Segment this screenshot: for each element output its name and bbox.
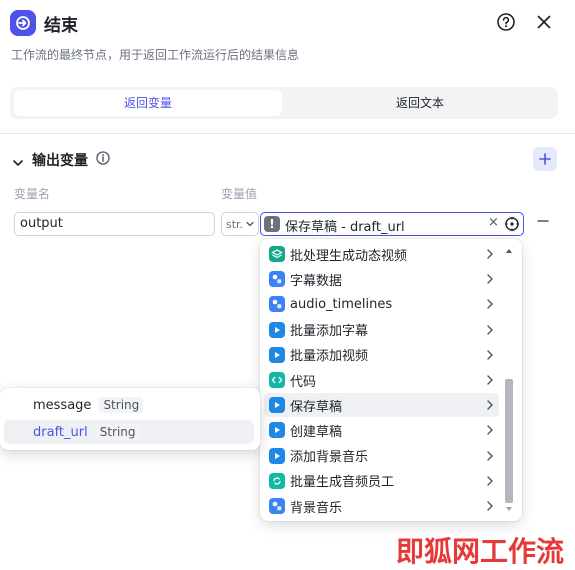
section-title: 输出变量	[32, 153, 88, 169]
column-label-name: 变量名	[14, 187, 51, 201]
info-icon[interactable]	[95, 150, 111, 170]
node-option-label: 背景音乐	[290, 500, 343, 516]
loop-icon	[269, 472, 285, 489]
watermark: 即狐网工作流	[396, 535, 565, 568]
node-option-label: 保存草稿	[290, 399, 343, 415]
play-icon	[269, 321, 285, 338]
variable-option-name: draft_url	[33, 424, 88, 440]
value-type-label: str.	[226, 217, 244, 231]
node-option[interactable]: 添加背景音乐	[264, 444, 499, 468]
help-icon[interactable]	[495, 11, 517, 33]
warning-icon: !	[264, 216, 280, 232]
plugin-icon	[269, 271, 285, 288]
node-option-label: 代码	[290, 374, 317, 390]
variable-name-input[interactable]: output	[14, 212, 215, 236]
play-icon	[269, 422, 285, 439]
divider	[0, 133, 575, 134]
chevron-right-icon	[485, 273, 495, 289]
node-option[interactable]: 批量添加视频	[264, 343, 499, 367]
tab-return-text[interactable]: 返回文本	[286, 90, 554, 116]
variable-type-badge: String	[99, 397, 144, 413]
node-option[interactable]: 批量生成音频员工	[264, 469, 499, 493]
variable-option[interactable]: message String	[4, 393, 254, 417]
dropdown-scrollbar[interactable]	[502, 242, 516, 517]
node-option-label: 批量添加视频	[290, 349, 369, 365]
plugin-icon	[269, 498, 285, 514]
node-option-label: 添加背景音乐	[290, 450, 369, 466]
play-icon	[269, 346, 285, 363]
end-node-icon	[10, 10, 36, 36]
node-option-label: 字幕数据	[290, 273, 343, 289]
node-option-label: audio_timelines	[290, 296, 393, 312]
add-variable-button[interactable]	[533, 147, 557, 171]
variable-option-name: message	[33, 397, 92, 413]
node-option-label: 批量生成音频员工	[290, 475, 395, 491]
target-icon[interactable]	[504, 216, 520, 236]
node-option-label: 批量添加字幕	[290, 324, 369, 340]
chevron-right-icon	[485, 248, 495, 264]
chevron-right-icon	[485, 349, 495, 365]
scroll-down-icon	[506, 507, 512, 511]
remove-row-button[interactable]	[536, 214, 550, 232]
play-icon	[269, 397, 285, 414]
chevron-right-icon	[485, 374, 495, 390]
reference-value: 保存草稿 - draft_url	[285, 220, 405, 235]
clear-icon[interactable]: ×	[488, 215, 499, 230]
minus-icon	[537, 220, 549, 222]
chevron-right-icon	[485, 450, 495, 466]
node-option[interactable]: 保存草稿	[264, 393, 499, 418]
play-icon	[269, 447, 285, 464]
chevron-right-icon	[485, 298, 495, 314]
layers-icon	[269, 246, 285, 262]
chevron-down-icon	[246, 221, 254, 227]
chevron-right-icon	[485, 424, 495, 440]
chevron-right-icon	[485, 324, 495, 340]
node-option[interactable]: 代码	[264, 368, 499, 392]
scrollbar-thumb[interactable]	[505, 379, 513, 503]
code-icon	[269, 372, 285, 388]
close-icon[interactable]	[533, 11, 555, 33]
variable-popup: message String draft_url String	[0, 388, 260, 450]
node-option[interactable]: 背景音乐	[264, 494, 499, 518]
chevron-right-icon	[485, 399, 495, 415]
node-title: 结束	[44, 16, 78, 36]
node-option[interactable]: 字幕数据	[264, 267, 499, 291]
plugin-icon	[269, 296, 285, 313]
return-mode-tabs: 返回变量 返回文本	[10, 87, 558, 119]
plus-icon	[539, 153, 551, 165]
column-label-value: 变量值	[221, 187, 258, 201]
node-description: 工作流的最终节点，用于返回工作流运行后的结果信息	[11, 48, 300, 62]
tab-return-variable[interactable]: 返回变量	[14, 90, 282, 116]
chevron-right-icon	[485, 500, 495, 516]
variable-option[interactable]: draft_url String	[4, 420, 254, 444]
chevron-right-icon	[485, 475, 495, 491]
node-option-label: 创建草稿	[290, 424, 343, 440]
variable-type-badge: String	[95, 424, 140, 440]
node-option[interactable]: 批量添加字幕	[264, 318, 499, 342]
node-option[interactable]: 批处理生成动态视频	[264, 242, 499, 266]
value-type-select[interactable]: str.	[221, 212, 259, 236]
node-option[interactable]: audio_timelines	[264, 292, 499, 316]
variable-reference-input[interactable]: ! 保存草稿 - draft_url ×	[260, 212, 524, 236]
scroll-up-icon	[506, 249, 512, 253]
node-option[interactable]: 创建草稿	[264, 418, 499, 442]
chevron-down-icon[interactable]	[12, 153, 24, 172]
node-dropdown: 批处理生成动态视频 字幕数据 audio_timelines 批量添加字幕 批量添加视频…	[260, 239, 522, 521]
node-option-label: 批处理生成动态视频	[290, 248, 408, 264]
